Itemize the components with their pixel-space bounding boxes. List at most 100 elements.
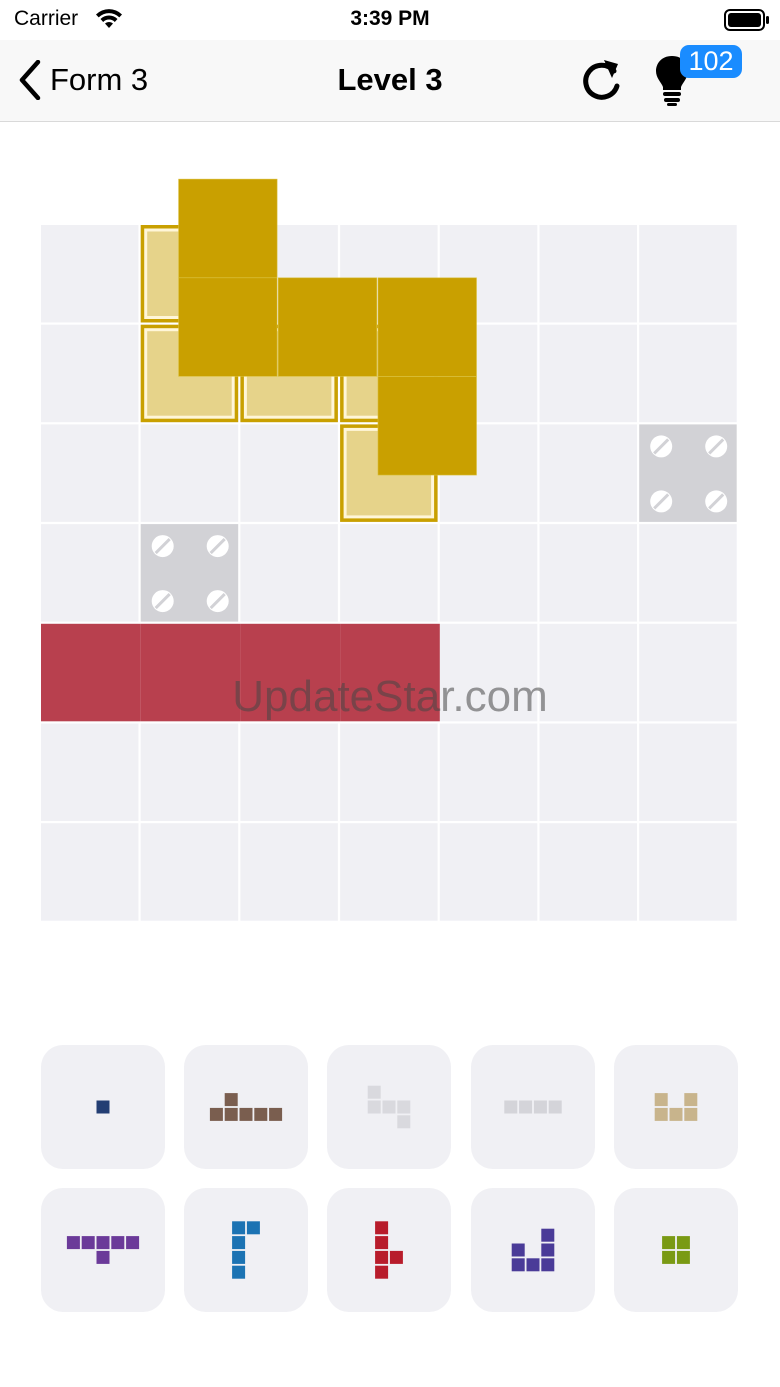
board-cell[interactable] <box>41 424 139 522</box>
board-cell[interactable] <box>140 723 239 822</box>
tray-piece-cell <box>382 1100 396 1114</box>
tray-piece-cell <box>269 1107 283 1121</box>
tray-piece-shape <box>503 1100 562 1114</box>
tray-piece-8[interactable] <box>327 1188 452 1312</box>
board-cell[interactable] <box>240 424 338 522</box>
tray-piece-cell <box>126 1236 140 1250</box>
board-cell[interactable] <box>140 823 239 921</box>
board-cell[interactable] <box>639 324 737 423</box>
tray-piece-cell <box>676 1236 690 1250</box>
tray-piece-cell <box>375 1221 389 1235</box>
tray-piece-cell <box>540 1258 554 1272</box>
board-cell[interactable] <box>340 524 438 622</box>
tray-piece-cell <box>368 1085 382 1099</box>
tray-piece-cell <box>684 1093 698 1107</box>
board-cell[interactable] <box>41 324 139 423</box>
tray-piece-7[interactable] <box>184 1188 309 1312</box>
tray-piece-cell <box>503 1100 517 1114</box>
tray-piece-shape <box>210 1093 283 1121</box>
board-cell[interactable] <box>539 225 638 323</box>
board-cell[interactable] <box>240 823 338 921</box>
tray-piece-cell <box>81 1236 95 1250</box>
tray-piece-cell <box>548 1100 562 1114</box>
tray-piece-cell <box>375 1250 389 1264</box>
board-cell[interactable] <box>639 524 737 622</box>
screw-icon <box>650 490 673 513</box>
board-cell[interactable] <box>639 723 737 822</box>
tray-piece-cell <box>397 1115 411 1129</box>
tray-piece-cell <box>397 1100 411 1114</box>
tray-piece-4[interactable] <box>470 1045 595 1169</box>
board-cell[interactable] <box>539 424 638 522</box>
tray-piece-shape <box>375 1221 404 1279</box>
tray-piece-cell <box>676 1250 690 1264</box>
game-board <box>0 0 780 1000</box>
tray-piece-cell <box>511 1243 525 1257</box>
tray-piece-cell <box>661 1236 675 1250</box>
tray-piece-shape <box>96 1100 110 1114</box>
board-cell[interactable] <box>539 324 638 423</box>
board-cell[interactable] <box>639 823 737 921</box>
tray-piece-2[interactable] <box>184 1045 309 1169</box>
tray-piece-cell <box>533 1100 547 1114</box>
dragged-piece-cell[interactable] <box>377 277 477 377</box>
dragged-piece-cell[interactable] <box>178 178 278 278</box>
board-cell[interactable] <box>41 225 139 323</box>
tray-piece-cell <box>66 1236 80 1250</box>
board-cell[interactable] <box>240 524 338 622</box>
tray-piece-cell <box>511 1258 525 1272</box>
tray-piece-1[interactable] <box>41 1045 165 1169</box>
board-cell[interactable] <box>639 225 737 323</box>
tray-piece-cell <box>232 1265 246 1279</box>
tray-piece-cell <box>239 1107 253 1121</box>
tray-piece-cell <box>232 1221 246 1235</box>
tray-piece-shape <box>661 1236 690 1264</box>
screw-icon <box>151 535 174 558</box>
screw-icon <box>705 435 728 458</box>
tray-piece-cell <box>247 1221 261 1235</box>
tray-piece-cell <box>232 1250 246 1264</box>
screw-icon <box>705 490 728 513</box>
tray-piece-10[interactable] <box>613 1188 738 1312</box>
tray-piece-cell <box>96 1100 110 1114</box>
tray-piece-cell <box>375 1265 389 1279</box>
board-cell[interactable] <box>539 524 638 622</box>
tray-piece-cell <box>654 1093 668 1107</box>
board-cell[interactable] <box>41 723 139 822</box>
tray-piece-cell <box>661 1250 675 1264</box>
screw-icon <box>206 590 229 613</box>
board-canvas <box>41 178 737 921</box>
dragged-piece-cell[interactable] <box>277 277 378 377</box>
tray-piece-6[interactable] <box>41 1188 165 1312</box>
screw-icon <box>650 435 673 458</box>
board-cell[interactable] <box>439 823 538 921</box>
tray-piece-cell <box>232 1236 246 1250</box>
tray-piece-3[interactable] <box>327 1045 452 1169</box>
screw-icon <box>151 590 174 613</box>
board-cell[interactable] <box>240 723 338 822</box>
tray-piece-cell <box>96 1250 110 1264</box>
tray-piece-cell <box>669 1107 683 1121</box>
tray-piece-cell <box>210 1107 224 1121</box>
tray-piece-shape <box>232 1221 261 1279</box>
dragged-piece-cell[interactable] <box>377 376 477 476</box>
watermark: UpdateStar.com <box>232 672 548 721</box>
tray-piece-cell <box>684 1107 698 1121</box>
board-cell[interactable] <box>439 723 538 822</box>
tray-piece-cell <box>540 1228 554 1242</box>
board-cell[interactable] <box>340 823 438 921</box>
board-cell[interactable] <box>539 723 638 822</box>
tray-piece-9[interactable] <box>470 1188 595 1312</box>
board-cell[interactable] <box>140 424 239 522</box>
dragged-piece-cell[interactable] <box>178 277 278 377</box>
board-cell[interactable] <box>539 823 638 921</box>
tray-piece-cell <box>375 1236 389 1250</box>
tray-piece-shape <box>654 1093 698 1121</box>
tray-piece-cell <box>368 1100 382 1114</box>
board-cell[interactable] <box>439 524 538 622</box>
board-cell[interactable] <box>41 823 139 921</box>
board-cell[interactable] <box>340 723 438 822</box>
tray-piece-shape <box>368 1085 411 1129</box>
board-cell[interactable] <box>41 524 139 622</box>
tray-piece-5[interactable] <box>613 1045 738 1169</box>
